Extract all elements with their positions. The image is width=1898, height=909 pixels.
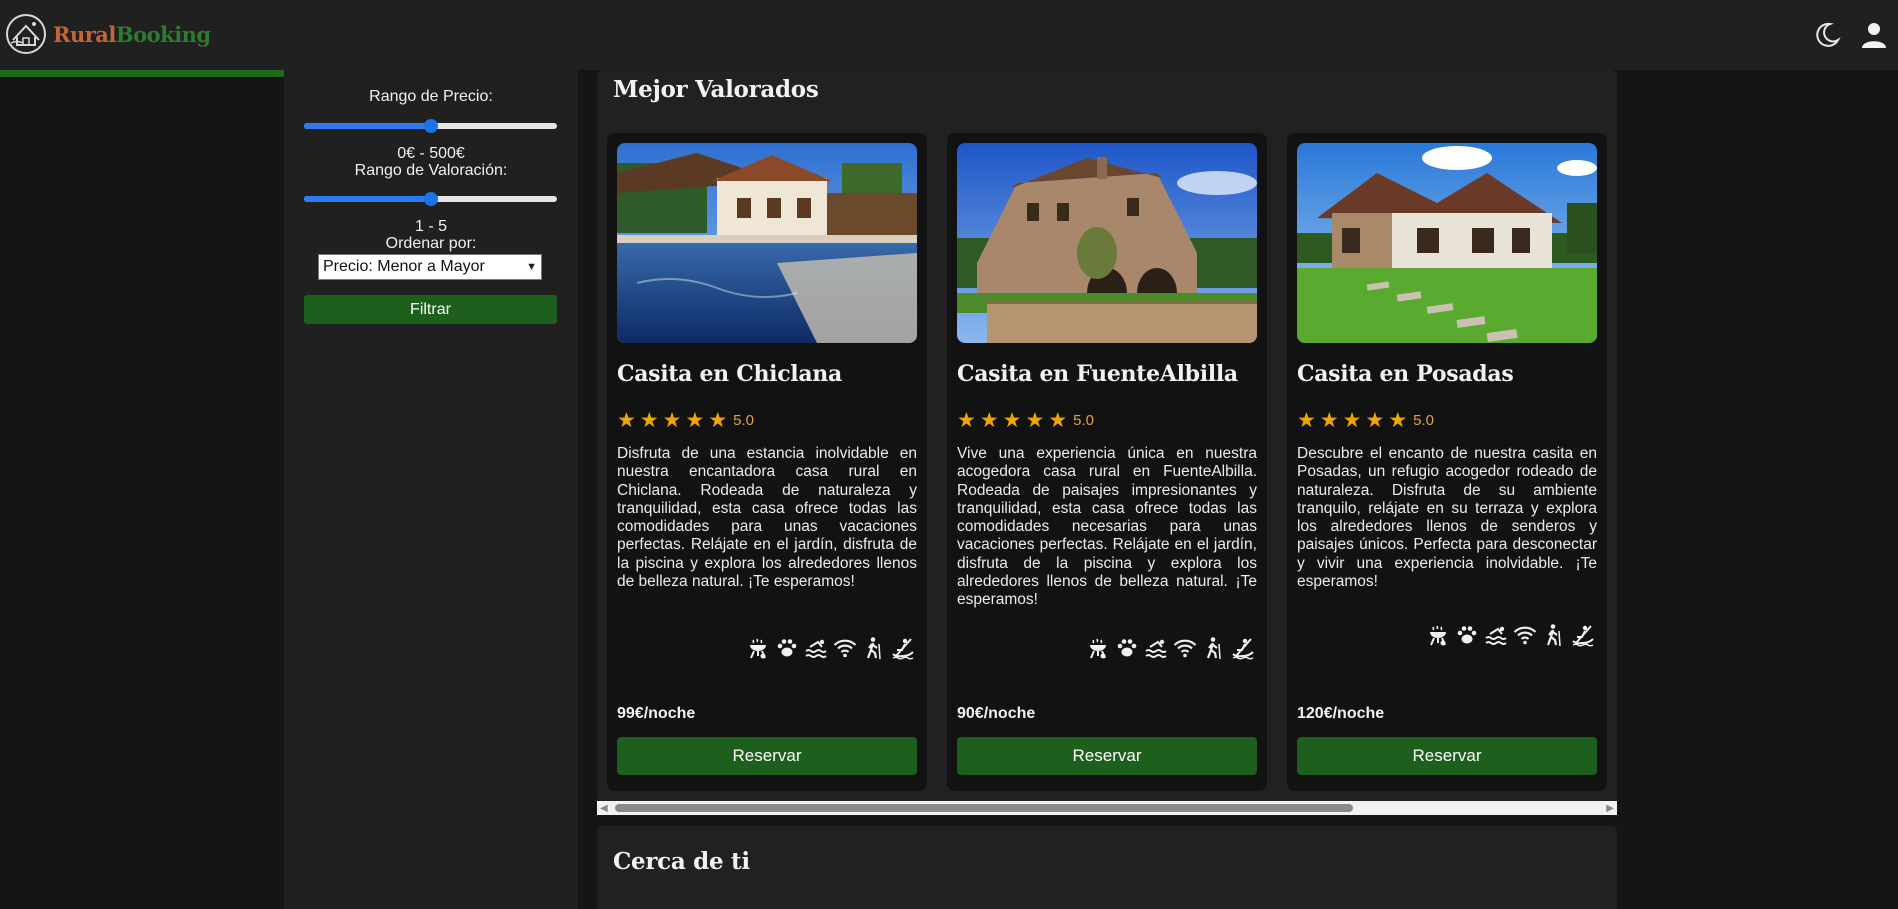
rating-range-value: 1 - 5 [414, 218, 447, 235]
rating-slider-thumb[interactable] [424, 192, 438, 206]
kayak-icon [1232, 638, 1254, 660]
property-title[interactable]: Casita en Chiclana [617, 361, 842, 387]
nearby-section: Cerca de ti [597, 826, 1617, 909]
rating-value: 5.0 [1073, 412, 1094, 429]
star-icon: ★ [979, 408, 999, 432]
star-icon: ★ [1002, 408, 1022, 432]
property-image-fuentealbilla[interactable] [957, 143, 1257, 343]
price-range-value: 0€ - 500€ [397, 145, 465, 162]
property-price: 90€/noche [957, 705, 1036, 722]
star-icon: ★ [617, 408, 636, 432]
property-price: 99€/noche [617, 705, 696, 722]
chevron-down-icon: ▼ [526, 261, 537, 273]
user-icon[interactable] [1859, 20, 1889, 50]
rating-range-slider[interactable] [304, 190, 557, 208]
star-rating: ★ ★ ★ ★ ★ 5.0 [617, 410, 754, 431]
star-rating: ★ ★ ★ ★ ★ 5.0 [1297, 410, 1434, 431]
property-card-posadas: Casita en Posadas ★ ★ ★ ★ ★ 5.0 Descubre… [1287, 133, 1607, 791]
wifi-icon [1173, 639, 1197, 658]
star-icon: ★ [1319, 408, 1339, 432]
star-icon: ★ [708, 408, 728, 432]
property-description: Descubre el encanto de nuestra casita en… [1297, 445, 1597, 591]
property-description: Vive una experiencia única en nuestra ac… [957, 445, 1257, 609]
star-icon: ★ [1388, 408, 1408, 432]
scrollbar-thumb[interactable] [615, 804, 1353, 812]
price-slider-thumb[interactable] [424, 119, 438, 133]
brand-name: RuralBooking [53, 22, 211, 47]
scroll-right-arrow-icon[interactable]: ▶ [1606, 803, 1614, 814]
star-icon: ★ [957, 408, 976, 432]
pool-icon [1485, 626, 1507, 645]
rating-value: 5.0 [733, 412, 754, 429]
moon-icon[interactable] [1812, 20, 1842, 50]
kayak-icon [1572, 625, 1594, 647]
hiking-icon [1206, 637, 1221, 660]
star-icon: ★ [685, 408, 705, 432]
pool-icon [805, 639, 827, 658]
sort-label: Ordenar por: [385, 235, 477, 252]
rating-range-label: Rango de Valoración: [354, 162, 508, 179]
hiking-icon [866, 637, 881, 660]
amenities-list [1086, 636, 1255, 660]
property-title[interactable]: Casita en FuenteAlbilla [957, 361, 1238, 387]
pets-icon [1457, 626, 1477, 644]
top-rated-section: Mejor Valorados Casita en Chiclana ★ ★ ★… [597, 70, 1617, 815]
star-icon: ★ [1365, 408, 1385, 432]
price-range-slider[interactable] [304, 117, 557, 135]
bbq-icon [1430, 625, 1446, 646]
wifi-icon [833, 639, 857, 658]
star-icon: ★ [662, 408, 682, 432]
star-icon: ★ [1025, 408, 1045, 432]
star-icon: ★ [639, 408, 659, 432]
pets-icon [777, 639, 797, 657]
property-image-posadas[interactable] [1297, 143, 1597, 343]
star-rating: ★ ★ ★ ★ ★ 5.0 [957, 410, 1094, 431]
scroll-left-arrow-icon[interactable]: ◀ [600, 803, 608, 814]
property-image-chiclana[interactable] [617, 143, 917, 343]
wifi-icon [1513, 626, 1537, 645]
sort-select[interactable]: Precio: Menor a Mayor ▼ [318, 254, 542, 280]
top-navbar: RuralBooking [0, 0, 1898, 70]
brand-name-booking: Booking [115, 21, 211, 47]
amenities-list [746, 636, 915, 660]
kayak-icon [892, 638, 914, 660]
star-icon: ★ [1342, 408, 1362, 432]
section-title-top-rated: Mejor Valorados [613, 76, 819, 103]
amenities-list [1426, 623, 1595, 647]
property-card-fuentealbilla: Casita en FuenteAlbilla ★ ★ ★ ★ ★ 5.0 Vi… [947, 133, 1267, 791]
property-title[interactable]: Casita en Posadas [1297, 361, 1514, 387]
book-button[interactable]: Reservar [617, 737, 917, 775]
property-description: Disfruta de una estancia inolvidable en … [617, 445, 917, 591]
star-icon: ★ [1297, 408, 1316, 432]
sort-selected-value: Precio: Menor a Mayor [323, 258, 485, 275]
filter-panel: Rango de Precio: 0€ - 500€ Rango de Valo… [284, 70, 578, 909]
section-title-nearby: Cerca de ti [613, 848, 750, 875]
property-card-chiclana: Casita en Chiclana ★ ★ ★ ★ ★ 5.0 Disfrut… [607, 133, 927, 791]
brand-name-rural: Rural [53, 21, 116, 47]
bbq-icon [1090, 638, 1106, 659]
bbq-icon [750, 638, 766, 659]
house-logo-icon [6, 14, 46, 54]
filter-button[interactable]: Filtrar [304, 295, 557, 324]
horizontal-scrollbar[interactable]: ◀ ▶ [597, 801, 1617, 815]
rating-value: 5.0 [1413, 412, 1434, 429]
book-button[interactable]: Reservar [957, 737, 1257, 775]
hiking-icon [1546, 624, 1561, 647]
pets-icon [1117, 639, 1137, 657]
pool-icon [1145, 639, 1167, 658]
book-button[interactable]: Reservar [1297, 737, 1597, 775]
star-icon: ★ [1048, 408, 1068, 432]
brand-logo[interactable]: RuralBooking [5, 13, 211, 55]
property-price: 120€/noche [1297, 705, 1385, 722]
price-range-label: Rango de Precio: [369, 88, 493, 105]
